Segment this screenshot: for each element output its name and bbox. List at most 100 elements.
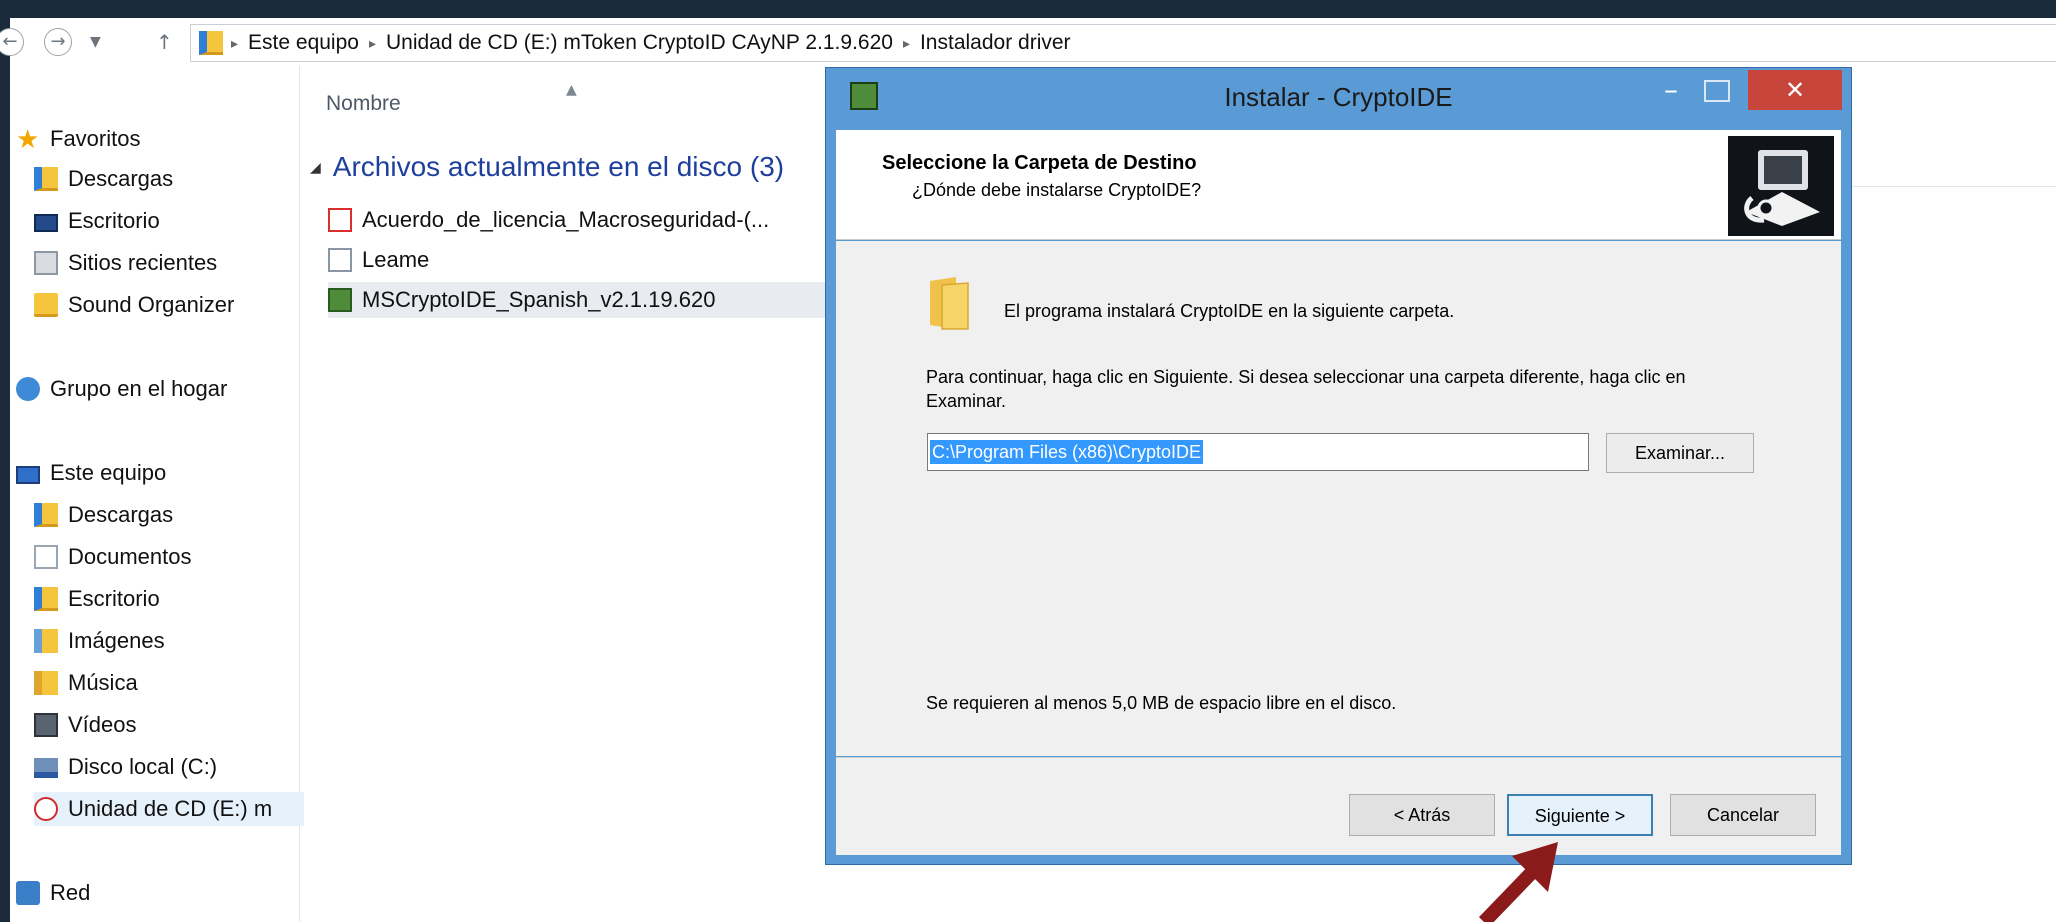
recent-places-icon — [34, 251, 58, 275]
setup-file-icon — [328, 288, 352, 312]
minimize-button[interactable]: – — [1656, 76, 1686, 108]
column-header-nombre[interactable]: Nombre — [326, 92, 401, 116]
annotation-arrow-icon — [1478, 842, 1558, 922]
list-divider — [1818, 186, 2056, 187]
address-bar[interactable]: ▸ Este equipo ▸ Unidad de CD (E:) mToken… — [190, 24, 2056, 62]
file-row-acuerdo[interactable]: Acuerdo_de_licencia_Macroseguridad-(... — [328, 202, 848, 238]
file-group-label: Archivos actualmente en el disco (3) — [332, 151, 785, 182]
videos-folder-icon — [34, 713, 58, 737]
tree-item-label: Escritorio — [68, 208, 160, 233]
star-icon: ★ — [16, 124, 40, 154]
up-arrow-icon[interactable]: ↑ — [156, 30, 173, 54]
tree-item-label: Vídeos — [68, 712, 137, 737]
pictures-folder-icon — [34, 629, 58, 653]
collapse-triangle-icon[interactable]: ◢ — [310, 159, 321, 176]
chevron-down-icon[interactable]: ▼ — [90, 30, 101, 54]
folder-icon — [34, 293, 58, 317]
tree-item-label: Descargas — [68, 502, 174, 527]
wizard-step-subtitle: ¿Dónde debe instalarse CryptoIDE? — [912, 180, 1202, 200]
tree-item-label: Imágenes — [68, 628, 165, 653]
back-button[interactable]: < Atrás — [1349, 794, 1495, 836]
maximize-button[interactable] — [1704, 80, 1730, 102]
tree-item-label: Sitios recientes — [68, 250, 218, 275]
pdf-file-icon — [328, 208, 352, 232]
tree-item-unidad-de-cd[interactable]: Unidad de CD (E:) m — [34, 792, 304, 826]
breadcrumb-separator: ▸ — [231, 34, 239, 51]
file-row-leame[interactable]: Leame — [328, 242, 848, 278]
tree-item-sound-organizer[interactable]: Sound Organizer — [34, 288, 234, 322]
tree-item-favoritos[interactable]: ★ Favoritos — [16, 122, 140, 156]
tree-item-musica[interactable]: Música — [34, 666, 138, 700]
tree-item-label: Escritorio — [68, 586, 160, 611]
downloads-folder-icon — [34, 503, 58, 527]
tree-item-label: Este equipo — [50, 460, 167, 485]
tree-item-descargas[interactable]: Descargas — [34, 162, 173, 196]
file-row-mscryptoide-setup[interactable]: MSCryptoIDE_Spanish_v2.1.19.620 — [328, 282, 848, 318]
folder-icon — [199, 31, 223, 55]
tree-item-label: Red — [50, 880, 91, 905]
next-button[interactable]: Siguiente > — [1507, 794, 1653, 836]
browse-button[interactable]: Examinar... — [1606, 433, 1754, 473]
file-name: Leame — [362, 247, 430, 272]
dialog-title: Instalar - CryptoIDE — [1224, 82, 1453, 112]
breadcrumb-separator: ▸ — [368, 34, 376, 51]
tree-item-documentos[interactable]: Documentos — [34, 540, 192, 574]
wizard-footer: < Atrás Siguiente > Cancelar — [836, 757, 1841, 855]
window-frame-left — [0, 0, 10, 922]
back-arrow-icon[interactable]: ← — [0, 28, 24, 56]
tree-item-label: Documentos — [68, 544, 192, 569]
tree-item-este-equipo[interactable]: Este equipo — [16, 456, 166, 490]
breadcrumb-instalador-driver[interactable]: Instalador driver — [920, 31, 1071, 55]
close-button[interactable]: ✕ — [1748, 70, 1842, 110]
tree-item-grupo-en-el-hogar[interactable]: Grupo en el hogar — [16, 372, 227, 406]
text-file-icon — [328, 248, 352, 272]
wizard-step-title: Seleccione la Carpeta de Destino — [882, 152, 1197, 174]
tree-item-videos[interactable]: Vídeos — [34, 708, 137, 742]
breadcrumb-cd-drive[interactable]: Unidad de CD (E:) mToken CryptoID CAyNP … — [386, 31, 893, 55]
desktop-folder-icon — [34, 587, 58, 611]
destination-path-input[interactable]: C:\Program Files (x86)\CryptoIDE — [927, 433, 1589, 471]
disk-space-note: Se requieren al menos 5,0 MB de espacio … — [926, 693, 1397, 713]
wizard-header: Seleccione la Carpeta de Destino ¿Dónde … — [836, 130, 1841, 240]
tree-item-pc-escritorio[interactable]: Escritorio — [34, 582, 160, 616]
tree-item-sitios-recientes[interactable]: Sitios recientes — [34, 246, 217, 280]
dialog-title-bar[interactable]: Instalar - CryptoIDE – ✕ — [826, 68, 1851, 128]
destination-path-value: C:\Program Files (x86)\CryptoIDE — [930, 440, 1204, 464]
downloads-folder-icon — [34, 167, 58, 191]
installer-dialog: Instalar - CryptoIDE – ✕ Seleccione la C… — [825, 67, 1852, 865]
wizard-body: El programa instalará CryptoIDE en la si… — [836, 241, 1841, 756]
computer-icon — [16, 465, 40, 484]
installer-logo-icon — [1728, 136, 1834, 236]
tree-item-label: Unidad de CD (E:) m — [68, 796, 273, 821]
homegroup-icon — [16, 377, 40, 401]
tree-item-disco-local[interactable]: Disco local (C:) — [34, 750, 217, 784]
breadcrumb-separator: ▸ — [902, 34, 910, 51]
tree-item-label: Sound Organizer — [68, 292, 235, 317]
breadcrumb: ▸ Este equipo ▸ Unidad de CD (E:) mToken… — [231, 25, 1071, 61]
tree-item-escritorio[interactable]: Escritorio — [34, 204, 160, 238]
install-intro-text: El programa instalará CryptoIDE en la si… — [1004, 301, 1455, 321]
sort-ascending-icon: ▲ — [566, 82, 577, 98]
drive-icon — [34, 758, 58, 778]
window-frame-top — [0, 0, 2056, 18]
cancel-button[interactable]: Cancelar — [1670, 794, 1816, 836]
tree-item-label: Música — [68, 670, 138, 695]
cd-drive-icon — [34, 797, 58, 821]
tree-item-label: Favoritos — [50, 126, 141, 151]
file-group-header[interactable]: ◢ Archivos actualmente en el disco (3) — [310, 151, 784, 183]
file-name: Acuerdo_de_licencia_Macroseguridad-(... — [362, 207, 770, 232]
documents-folder-icon — [34, 545, 58, 569]
install-instructions-text: Para continuar, haga clic en Siguiente. … — [926, 367, 1686, 411]
music-folder-icon — [34, 671, 58, 695]
tree-item-label: Disco local (C:) — [68, 754, 218, 779]
tree-item-label: Descargas — [68, 166, 174, 191]
tree-item-pc-descargas[interactable]: Descargas — [34, 498, 173, 532]
navigation-pane: ★ Favoritos Descargas Escritorio Sitios … — [10, 66, 304, 922]
folder-icon — [930, 277, 969, 330]
tree-item-imagenes[interactable]: Imágenes — [34, 624, 165, 658]
forward-arrow-icon[interactable]: → — [44, 28, 72, 56]
tree-item-red[interactable]: Red — [16, 876, 90, 910]
desktop-icon — [34, 213, 58, 232]
tree-item-label: Grupo en el hogar — [50, 376, 228, 401]
breadcrumb-este-equipo[interactable]: Este equipo — [248, 31, 359, 55]
